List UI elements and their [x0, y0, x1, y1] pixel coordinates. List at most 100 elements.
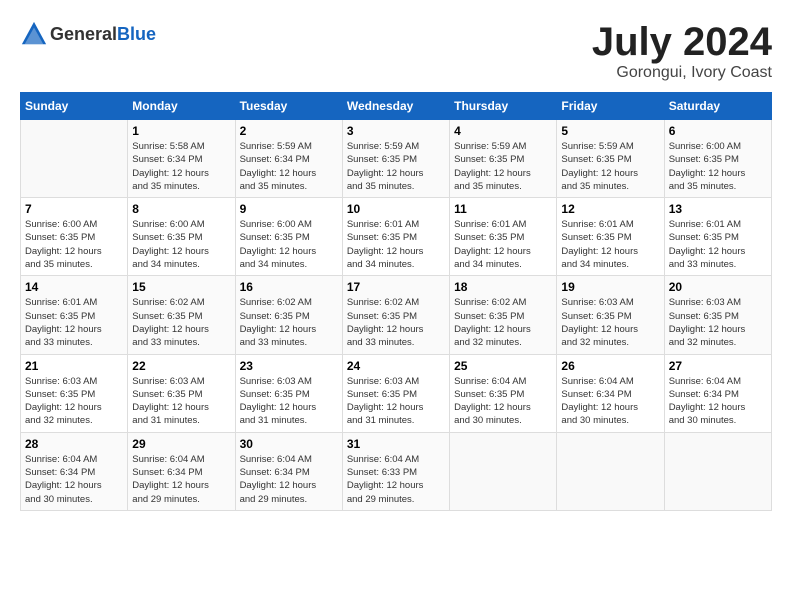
calendar-cell: [21, 120, 128, 198]
day-info: Sunrise: 6:04 AM Sunset: 6:34 PM Dayligh…: [561, 375, 659, 428]
calendar-cell: 25 Sunrise: 6:04 AM Sunset: 6:35 PM Dayli…: [450, 354, 557, 432]
calendar-cell: 14 Sunrise: 6:01 AM Sunset: 6:35 PM Dayli…: [21, 276, 128, 354]
calendar-weekday-friday: Friday: [557, 93, 664, 120]
day-info: Sunrise: 6:04 AM Sunset: 6:34 PM Dayligh…: [240, 453, 338, 506]
calendar-cell: 7 Sunrise: 6:00 AM Sunset: 6:35 PM Daylig…: [21, 198, 128, 276]
calendar-cell: 28 Sunrise: 6:04 AM Sunset: 6:34 PM Dayli…: [21, 432, 128, 510]
day-number: 8: [132, 202, 230, 216]
calendar-cell: [450, 432, 557, 510]
logo: GeneralBlue: [20, 20, 156, 48]
calendar-cell: 29 Sunrise: 6:04 AM Sunset: 6:34 PM Dayli…: [128, 432, 235, 510]
calendar-cell: 4 Sunrise: 5:59 AM Sunset: 6:35 PM Daylig…: [450, 120, 557, 198]
day-number: 29: [132, 437, 230, 451]
day-number: 10: [347, 202, 445, 216]
page-header: GeneralBlue July 2024 Gorongui, Ivory Co…: [20, 20, 772, 82]
calendar-cell: 3Sunrise: 5:59 AM Sunset: 6:35 PM Daylig…: [342, 120, 449, 198]
day-info: Sunrise: 5:59 AM Sunset: 6:35 PM Dayligh…: [454, 140, 552, 193]
calendar-cell: 17Sunrise: 6:02 AM Sunset: 6:35 PM Dayli…: [342, 276, 449, 354]
day-number: 7: [25, 202, 123, 216]
day-info: Sunrise: 6:00 AM Sunset: 6:35 PM Dayligh…: [132, 218, 230, 271]
calendar-cell: 16 Sunrise: 6:02 AM Sunset: 6:35 PM Dayli…: [235, 276, 342, 354]
day-info: Sunrise: 6:04 AM Sunset: 6:34 PM Dayligh…: [132, 453, 230, 506]
calendar-weekday-thursday: Thursday: [450, 93, 557, 120]
day-number: 3: [347, 124, 445, 138]
day-number: 16: [240, 280, 338, 294]
calendar-weekday-saturday: Saturday: [664, 93, 771, 120]
calendar-cell: [557, 432, 664, 510]
day-info: Sunrise: 6:03 AM Sunset: 6:35 PM Dayligh…: [240, 375, 338, 428]
day-number: 13: [669, 202, 767, 216]
day-number: 24: [347, 359, 445, 373]
day-info: Sunrise: 6:04 AM Sunset: 6:33 PM Dayligh…: [347, 453, 445, 506]
calendar-cell: 27Sunrise: 6:04 AM Sunset: 6:34 PM Dayli…: [664, 354, 771, 432]
day-number: 1: [132, 124, 230, 138]
day-info: Sunrise: 6:01 AM Sunset: 6:35 PM Dayligh…: [669, 218, 767, 271]
day-number: 25: [454, 359, 552, 373]
calendar-cell: 24 Sunrise: 6:03 AM Sunset: 6:35 PM Dayli…: [342, 354, 449, 432]
day-info: Sunrise: 6:02 AM Sunset: 6:35 PM Dayligh…: [347, 296, 445, 349]
day-info: Sunrise: 6:03 AM Sunset: 6:35 PM Dayligh…: [347, 375, 445, 428]
day-info: Sunrise: 6:01 AM Sunset: 6:35 PM Dayligh…: [454, 218, 552, 271]
calendar-cell: 5 Sunrise: 5:59 AM Sunset: 6:35 PM Daylig…: [557, 120, 664, 198]
day-number: 28: [25, 437, 123, 451]
day-number: 18: [454, 280, 552, 294]
day-number: 4: [454, 124, 552, 138]
calendar-cell: 12 Sunrise: 6:01 AM Sunset: 6:35 PM Dayli…: [557, 198, 664, 276]
day-info: Sunrise: 6:00 AM Sunset: 6:35 PM Dayligh…: [240, 218, 338, 271]
day-info: Sunrise: 5:59 AM Sunset: 6:34 PM Dayligh…: [240, 140, 338, 193]
day-number: 5: [561, 124, 659, 138]
day-info: Sunrise: 6:01 AM Sunset: 6:35 PM Dayligh…: [347, 218, 445, 271]
day-number: 9: [240, 202, 338, 216]
logo-text-general: General: [50, 24, 117, 44]
day-info: Sunrise: 6:04 AM Sunset: 6:34 PM Dayligh…: [25, 453, 123, 506]
calendar-weekday-sunday: Sunday: [21, 93, 128, 120]
day-info: Sunrise: 6:04 AM Sunset: 6:35 PM Dayligh…: [454, 375, 552, 428]
day-number: 6: [669, 124, 767, 138]
day-info: Sunrise: 6:03 AM Sunset: 6:35 PM Dayligh…: [25, 375, 123, 428]
day-number: 31: [347, 437, 445, 451]
calendar-cell: 15Sunrise: 6:02 AM Sunset: 6:35 PM Dayli…: [128, 276, 235, 354]
day-number: 26: [561, 359, 659, 373]
calendar-week-row: 1Sunrise: 5:58 AM Sunset: 6:34 PM Daylig…: [21, 120, 772, 198]
day-info: Sunrise: 6:02 AM Sunset: 6:35 PM Dayligh…: [240, 296, 338, 349]
calendar-weekday-monday: Monday: [128, 93, 235, 120]
calendar-cell: 10 Sunrise: 6:01 AM Sunset: 6:35 PM Dayli…: [342, 198, 449, 276]
day-info: Sunrise: 6:01 AM Sunset: 6:35 PM Dayligh…: [561, 218, 659, 271]
calendar-cell: 9 Sunrise: 6:00 AM Sunset: 6:35 PM Daylig…: [235, 198, 342, 276]
day-info: Sunrise: 6:03 AM Sunset: 6:35 PM Dayligh…: [669, 296, 767, 349]
calendar-weekday-tuesday: Tuesday: [235, 93, 342, 120]
day-info: Sunrise: 6:00 AM Sunset: 6:35 PM Dayligh…: [25, 218, 123, 271]
calendar-cell: 18Sunrise: 6:02 AM Sunset: 6:35 PM Dayli…: [450, 276, 557, 354]
calendar-cell: 22Sunrise: 6:03 AM Sunset: 6:35 PM Dayli…: [128, 354, 235, 432]
day-number: 14: [25, 280, 123, 294]
calendar-cell: 13 Sunrise: 6:01 AM Sunset: 6:35 PM Dayli…: [664, 198, 771, 276]
day-info: Sunrise: 6:00 AM Sunset: 6:35 PM Dayligh…: [669, 140, 767, 193]
day-number: 20: [669, 280, 767, 294]
day-number: 15: [132, 280, 230, 294]
day-number: 2: [240, 124, 338, 138]
day-number: 19: [561, 280, 659, 294]
day-number: 22: [132, 359, 230, 373]
calendar-table: SundayMondayTuesdayWednesdayThursdayFrid…: [20, 92, 772, 511]
month-year-title: July 2024: [592, 20, 772, 64]
calendar-week-row: 21 Sunrise: 6:03 AM Sunset: 6:35 PM Dayli…: [21, 354, 772, 432]
calendar-cell: 21 Sunrise: 6:03 AM Sunset: 6:35 PM Dayli…: [21, 354, 128, 432]
calendar-cell: 1Sunrise: 5:58 AM Sunset: 6:34 PM Daylig…: [128, 120, 235, 198]
calendar-week-row: 7 Sunrise: 6:00 AM Sunset: 6:35 PM Daylig…: [21, 198, 772, 276]
day-info: Sunrise: 6:01 AM Sunset: 6:35 PM Dayligh…: [25, 296, 123, 349]
calendar-cell: 23Sunrise: 6:03 AM Sunset: 6:35 PM Dayli…: [235, 354, 342, 432]
calendar-week-row: 28 Sunrise: 6:04 AM Sunset: 6:34 PM Dayli…: [21, 432, 772, 510]
calendar-weekday-wednesday: Wednesday: [342, 93, 449, 120]
calendar-cell: 19Sunrise: 6:03 AM Sunset: 6:35 PM Dayli…: [557, 276, 664, 354]
day-info: Sunrise: 5:59 AM Sunset: 6:35 PM Dayligh…: [561, 140, 659, 193]
calendar-cell: 26 Sunrise: 6:04 AM Sunset: 6:34 PM Dayli…: [557, 354, 664, 432]
day-number: 21: [25, 359, 123, 373]
day-number: 11: [454, 202, 552, 216]
day-number: 12: [561, 202, 659, 216]
calendar-cell: 8 Sunrise: 6:00 AM Sunset: 6:35 PM Daylig…: [128, 198, 235, 276]
location-title: Gorongui, Ivory Coast: [592, 64, 772, 82]
calendar-week-row: 14 Sunrise: 6:01 AM Sunset: 6:35 PM Dayli…: [21, 276, 772, 354]
logo-text-blue: Blue: [117, 24, 156, 44]
day-number: 30: [240, 437, 338, 451]
calendar-cell: [664, 432, 771, 510]
